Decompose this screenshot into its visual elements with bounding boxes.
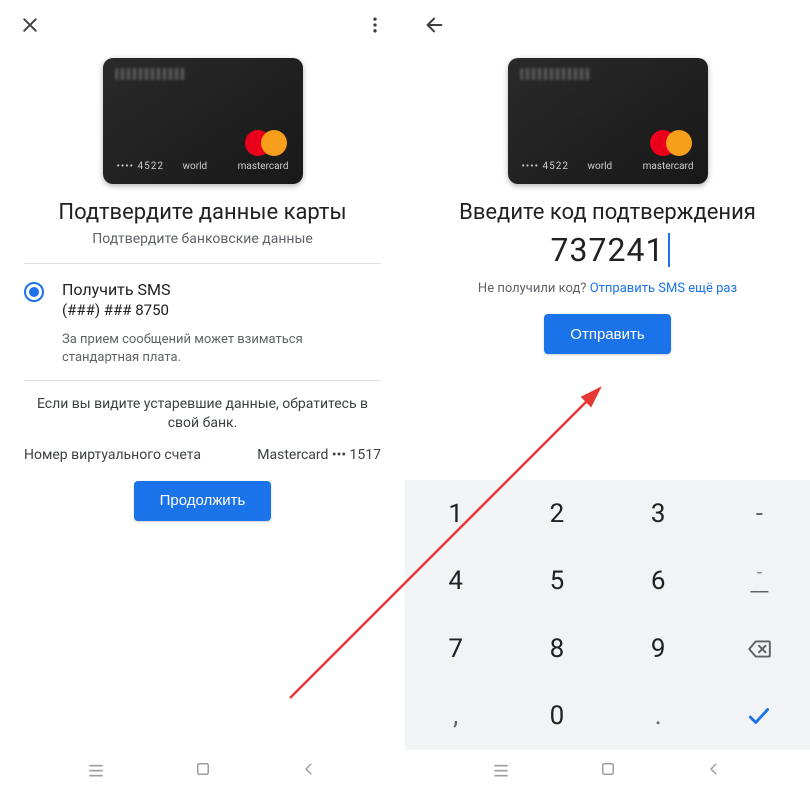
enter-icon[interactable] bbox=[709, 683, 810, 751]
key-dot[interactable]: . bbox=[608, 683, 709, 751]
key-6[interactable]: 6 bbox=[608, 548, 709, 616]
text-caret bbox=[668, 233, 670, 267]
key-7[interactable]: 7 bbox=[405, 615, 506, 683]
sms-option[interactable]: Получить SMS (###) ### 8750 bbox=[0, 264, 405, 321]
card-last4: •••• 4522 bbox=[522, 161, 569, 172]
key-4[interactable]: 4 bbox=[405, 548, 506, 616]
enter-code-screen: •••• 4522 world mastercard Введите код п… bbox=[405, 0, 810, 788]
backspace-icon[interactable] bbox=[709, 615, 810, 683]
page-title: Подтвердите данные карты bbox=[24, 200, 381, 225]
numeric-keypad: 1 2 3 - 4 5 6 ⌣ __ 7 8 9 , 0 . bbox=[405, 480, 810, 750]
virtual-account-row: Номер виртуального счета Mastercard ••• … bbox=[24, 447, 381, 463]
card-tier: world bbox=[183, 161, 208, 172]
topbar-left bbox=[0, 0, 405, 50]
back-icon[interactable] bbox=[703, 758, 725, 780]
recents-icon[interactable] bbox=[490, 758, 512, 780]
resend-question: Не получили код? bbox=[478, 281, 587, 296]
home-icon[interactable] bbox=[192, 758, 214, 780]
page-title: Введите код подтверждения bbox=[429, 200, 786, 225]
android-navbar bbox=[405, 750, 810, 788]
key-3[interactable]: 3 bbox=[608, 480, 709, 548]
card-visual: •••• 4522 world mastercard bbox=[103, 58, 303, 184]
virtual-account-label: Номер виртуального счета bbox=[24, 447, 201, 463]
android-navbar bbox=[0, 750, 405, 788]
resend-row: Не получили код? Отправить SMS ещё раз bbox=[405, 281, 810, 296]
key-1[interactable]: 1 bbox=[405, 480, 506, 548]
back-arrow-icon[interactable] bbox=[419, 9, 451, 41]
code-input[interactable]: 737241 bbox=[405, 231, 810, 269]
more-icon[interactable] bbox=[359, 9, 391, 41]
topbar-right bbox=[405, 0, 810, 50]
sms-option-phone: (###) ### 8750 bbox=[62, 301, 171, 319]
key-dash[interactable]: - bbox=[709, 480, 810, 548]
recents-icon[interactable] bbox=[85, 758, 107, 780]
key-comma[interactable]: , bbox=[405, 683, 506, 751]
key-8[interactable]: 8 bbox=[506, 615, 607, 683]
card-brand: mastercard bbox=[238, 161, 289, 172]
resend-link[interactable]: Отправить SMS ещё раз bbox=[590, 281, 737, 296]
virtual-account-value: Mastercard ••• 1517 bbox=[257, 447, 381, 463]
submit-button[interactable]: Отправить bbox=[544, 314, 670, 354]
sms-option-title: Получить SMS bbox=[62, 280, 171, 299]
close-icon[interactable] bbox=[14, 9, 46, 41]
bank-note: Если вы видите устаревшие данные, обрати… bbox=[36, 395, 369, 433]
card-tier: world bbox=[588, 161, 613, 172]
key-0[interactable]: 0 bbox=[506, 683, 607, 751]
radio-selected-icon[interactable] bbox=[24, 282, 44, 302]
card-visual: •••• 4522 world mastercard bbox=[508, 58, 708, 184]
key-2[interactable]: 2 bbox=[506, 480, 607, 548]
card-brand: mastercard bbox=[643, 161, 694, 172]
back-icon[interactable] bbox=[298, 758, 320, 780]
key-5[interactable]: 5 bbox=[506, 548, 607, 616]
key-underscore[interactable]: ⌣ __ bbox=[709, 548, 810, 616]
card-last4: •••• 4522 bbox=[117, 161, 164, 172]
confirm-card-screen: •••• 4522 world mastercard Подтвердите д… bbox=[0, 0, 405, 788]
home-icon[interactable] bbox=[597, 758, 619, 780]
page-subtitle: Подтвердите банковские данные bbox=[0, 231, 405, 247]
continue-button[interactable]: Продолжить bbox=[134, 481, 272, 521]
code-value: 737241 bbox=[551, 231, 665, 269]
key-9[interactable]: 9 bbox=[608, 615, 709, 683]
sms-option-note: За прием сообщений может взиматься станд… bbox=[62, 331, 381, 366]
